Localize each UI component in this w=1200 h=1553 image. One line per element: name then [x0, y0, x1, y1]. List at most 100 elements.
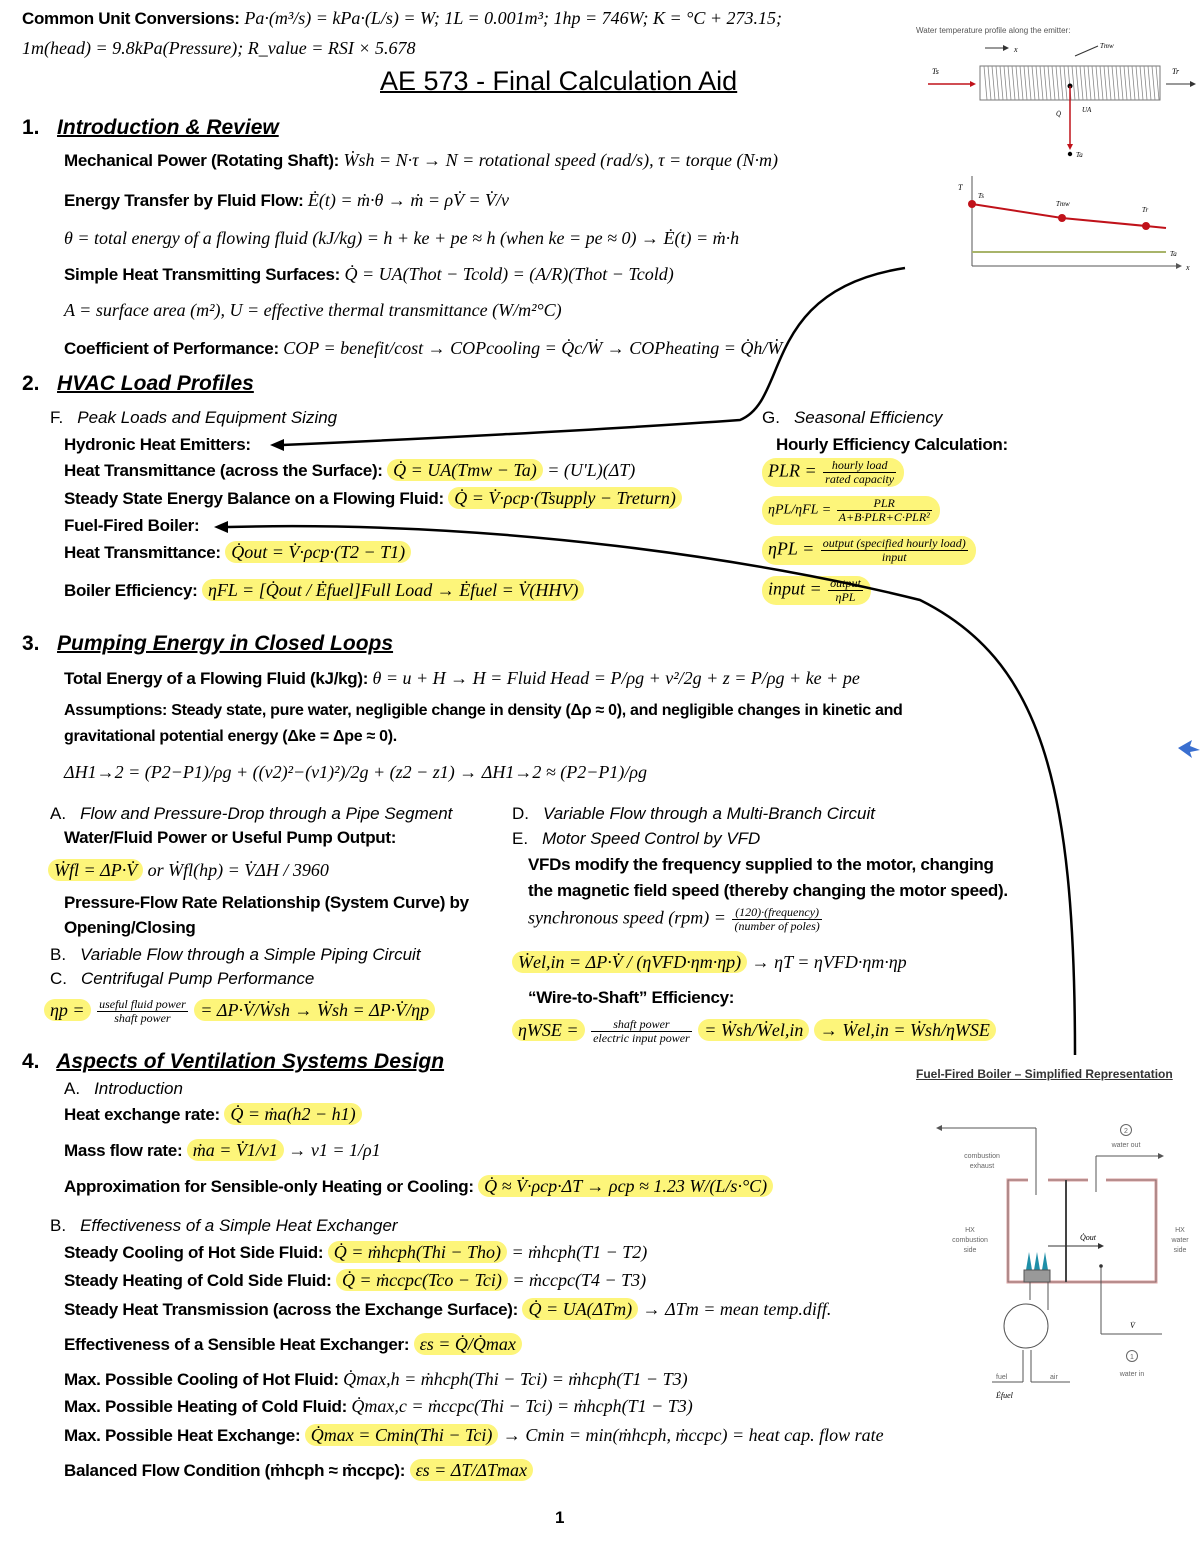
page-title: AE 573 - Final Calculation Aid — [380, 66, 738, 96]
x-axis-label: x — [1185, 263, 1190, 272]
assumptions-text-cont: gravitational potential energy (Δke = Δp… — [64, 728, 397, 745]
formula-row: Heat Transmittance: Q̇out = V̇·ρcp·(T2 −… — [64, 541, 412, 563]
formula: θ = total energy of a flowing fluid (kJ/… — [64, 228, 740, 248]
formula-row: Simple Heat Transmitting Surfaces: Q̇ = … — [64, 264, 674, 285]
unit-conversions-line2: 1m(head) = 9.8kPa(Pressure); R_value = R… — [22, 38, 416, 58]
formula: θ = u + H → H = Fluid Head = P/ρg + v²/2… — [372, 668, 860, 688]
subsection-4a-heading: A. Introduction — [64, 1079, 183, 1099]
efuel-label: Ėfuel — [995, 1391, 1014, 1400]
fraction-numerator: hourly load — [823, 459, 897, 473]
subsection-letter: A. — [50, 804, 67, 823]
formula-label: Steady Cooling of Hot Side Fluid: — [64, 1243, 324, 1262]
t-axis-label: T — [958, 183, 963, 192]
eta-pl-formula: ηPL = output (specified hourly load) inpu… — [762, 536, 976, 565]
formula-label: Hydronic Heat Emitters: — [64, 435, 251, 454]
formula-label: Heat Transmittance (across the Surface): — [64, 461, 383, 480]
formula: COP = benefit/cost → COPcooling = Q̇c/Ẇ … — [283, 338, 783, 358]
highlighted-formula: Q̇ = UA(ΔTm) — [522, 1298, 639, 1320]
highlighted-formula: Ẇfl = ΔP·V̇ — [48, 859, 144, 881]
formula-lhs: ηPL/ηFL = — [768, 502, 832, 518]
emitter-fin — [1055, 65, 1060, 101]
formula-label: Energy Transfer by Fluid Flow: — [64, 191, 304, 210]
section-title: Introduction & Review — [57, 116, 279, 139]
section-number: 2. — [22, 372, 40, 395]
formula: → Cmin = min(ṁhcph, ṁccpc) = heat cap. f… — [502, 1425, 884, 1445]
highlighted-formula: ηFL = [Q̇out / Ėfuel]Full Load → Ėfuel =… — [201, 579, 585, 601]
fluid-power-heading: Water/Fluid Power or Useful Pump Output: — [64, 828, 397, 847]
assumptions-text: Assumptions: Steady state, pure water, n… — [64, 702, 903, 719]
unit-conversions-formula: Pa·(m³/s) = kPa·(L/s) = W; 1L = 0.001m³;… — [244, 8, 782, 28]
fraction-numerator: PLR — [836, 497, 932, 511]
formula: A = surface area (m²), U = effective the… — [64, 300, 562, 320]
air-label: air — [1050, 1374, 1058, 1381]
boiler-figure: combustion exhaust 2 water out Q̇out HX … — [936, 1124, 1189, 1400]
subsection-letter: G. — [762, 408, 780, 427]
formula-row: θ = total energy of a flowing fluid (kJ/… — [64, 228, 739, 249]
subsection-title: Centrifugal Pump Performance — [81, 969, 315, 988]
subsection-letter: A. — [64, 1079, 81, 1098]
subsection-letter: F. — [50, 408, 64, 427]
highlighted-formula: Q̇max = Cmin(Thi − Tci) — [304, 1424, 499, 1446]
emitter-fin — [1135, 65, 1140, 101]
hx-water-label: side — [1174, 1247, 1187, 1254]
highlighted-formula: ṁa = V̇1/v1 — [186, 1139, 284, 1161]
formula-row: Steady Cooling of Hot Side Fluid: Q̇ = ṁ… — [64, 1241, 648, 1263]
formula-row: Fuel-Fired Boiler: — [64, 516, 200, 536]
emitter-fin — [1103, 65, 1108, 101]
formula-lhs: ηPL = — [768, 538, 815, 559]
formula-row: Steady Heating of Cold Side Fluid: Q̇ = … — [64, 1269, 646, 1291]
section-3-heading: 3. Pumping Energy in Closed Loops — [22, 632, 393, 656]
hx-water-label: HX — [1175, 1227, 1185, 1234]
fraction-denominator: (number of poles) — [734, 919, 820, 933]
emitter-fin — [1051, 65, 1056, 101]
formula-lhs: synchronous speed (rpm) = — [528, 907, 726, 928]
section-number: 4. — [22, 1050, 40, 1073]
fraction-numerator: useful fluid power — [97, 997, 188, 1012]
formula: = ṁhcph(T1 − T2) — [511, 1242, 648, 1262]
fraction-numerator: (120)·(frequency) — [732, 906, 822, 920]
boiler-arrowhead — [214, 521, 228, 533]
highlighted-formula: Q̇out = V̇·ρcp·(T2 − T1) — [225, 541, 412, 563]
formula-row: Max. Possible Heat Exchange: Q̇max = Cmi… — [64, 1424, 884, 1446]
flame-icon — [1026, 1252, 1048, 1270]
fuel-label: fuel — [996, 1374, 1008, 1381]
formula-label: Mass flow rate: — [64, 1141, 183, 1160]
water-in-number: 1 — [1130, 1354, 1134, 1361]
emitter-fin — [1019, 65, 1024, 101]
highlighted-formula: εs = ΔT/ΔTmax — [409, 1459, 533, 1481]
page-number: 1 — [555, 1508, 565, 1527]
emitter-fin — [1039, 65, 1044, 101]
emitter-fin — [987, 65, 992, 101]
formula-row: Total Energy of a Flowing Fluid (kJ/kg):… — [64, 668, 860, 689]
formula-label: Balanced Flow Condition (ṁhcph ≈ ṁccpc): — [64, 1461, 406, 1480]
subsection-title: Introduction — [94, 1079, 183, 1098]
emitter-fin — [1139, 65, 1144, 101]
formula-row: Mass flow rate: ṁa = V̇1/v1 → v1 = 1/ρ1 — [64, 1139, 381, 1161]
formula-row: A = surface area (m²), U = effective the… — [64, 300, 562, 321]
emitter-fin — [1123, 65, 1128, 101]
emitter-fin — [1155, 65, 1160, 101]
formula-label: Total Energy of a Flowing Fluid (kJ/kg): — [64, 669, 369, 688]
formula-label: Max. Possible Heating of Cold Fluid: — [64, 1397, 347, 1416]
formula-row: Steady Heat Transmission (across the Exc… — [64, 1298, 831, 1320]
q-label: Q̇ — [1056, 110, 1061, 118]
formula: Q̇max,c = ṁccpc(Thi − Tci) = ṁhcph(T1 − … — [351, 1396, 693, 1416]
electric-input-formula: Ẇel,in = ΔP·V̇ / (ηVFD·ηm·ηp) → ηT = ηVF… — [512, 951, 907, 973]
formula-lhs: input = — [768, 578, 822, 599]
subsection-e-heading: E. Motor Speed Control by VFD — [512, 829, 760, 849]
blue-arrow-icon — [1178, 740, 1200, 758]
fraction-denominator: shaft power — [114, 1011, 171, 1025]
highlighted-formula: Q̇ = UA(Tmw − Ta) — [387, 459, 543, 481]
emitter-fin — [1111, 65, 1116, 101]
formula-row: Hydronic Heat Emitters: — [64, 435, 251, 455]
formula-lhs: PLR = — [768, 460, 817, 481]
profile-ts-label: Ts — [978, 192, 984, 200]
formula-row: Balanced Flow Condition (ṁhcph ≈ ṁccpc):… — [64, 1459, 533, 1481]
formula-label: Max. Possible Heat Exchange: — [64, 1426, 301, 1445]
wire-to-shaft-formula: ηWSE = shaft power electric input power =… — [512, 1018, 996, 1045]
section-title: HVAC Load Profiles — [57, 372, 254, 395]
formula-label: Steady Heat Transmission (across the Exc… — [64, 1300, 519, 1319]
subsection-g-heading: G. Seasonal Efficiency — [762, 408, 942, 428]
formula-row: Max. Possible Heating of Cold Fluid: Q̇m… — [64, 1396, 693, 1417]
formula: = (U'L)(ΔT) — [547, 460, 636, 480]
